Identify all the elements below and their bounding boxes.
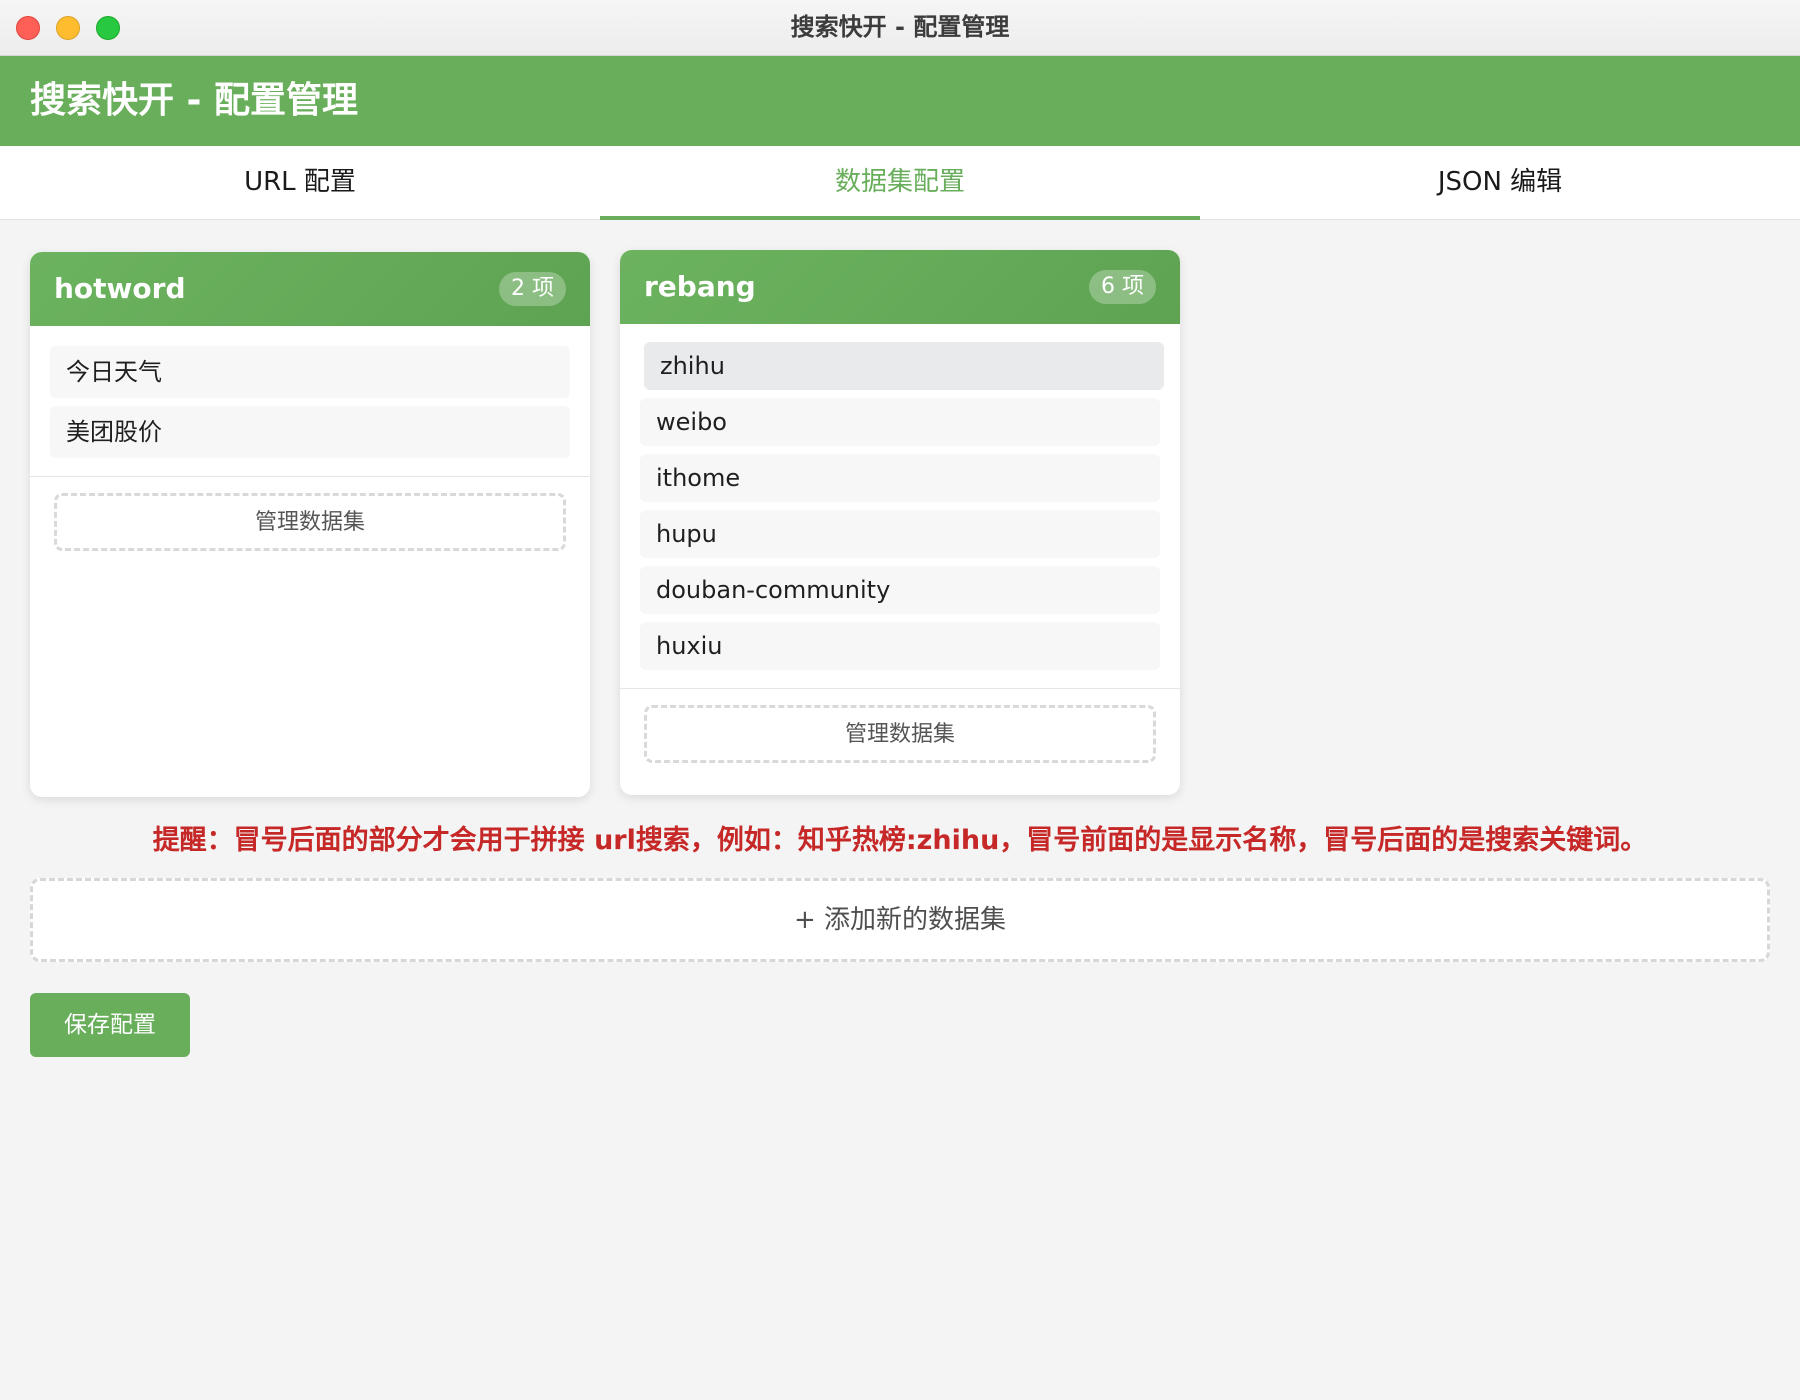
- dataset-item[interactable]: 美团股价: [50, 406, 570, 458]
- manage-dataset-button[interactable]: 管理数据集: [644, 705, 1156, 763]
- window-titlebar[interactable]: 搜索快开 - 配置管理: [0, 0, 1800, 56]
- page-title: 搜索快开 - 配置管理: [30, 80, 359, 121]
- dataset-item[interactable]: weibo: [640, 398, 1160, 446]
- dataset-item[interactable]: hupu: [640, 510, 1160, 558]
- tab-bar: URL 配置 数据集配置 JSON 编辑: [0, 146, 1800, 220]
- app-header: 搜索快开 - 配置管理: [0, 56, 1800, 146]
- dataset-card-header: rebang 6 项: [620, 250, 1180, 324]
- item-count-badge: 2 项: [499, 272, 566, 306]
- tab-dataset-config[interactable]: 数据集配置: [600, 146, 1200, 220]
- dataset-card-rebang: rebang 6 项 zhihu weibo ithome hupu douba…: [620, 250, 1180, 795]
- tab-url-config[interactable]: URL 配置: [0, 146, 600, 219]
- dataset-name: hotword: [54, 272, 186, 305]
- app-window: 搜索快开 - 配置管理 搜索快开 - 配置管理 URL 配置 数据集配置 JSO…: [0, 0, 1800, 1400]
- manage-dataset-button[interactable]: 管理数据集: [54, 493, 566, 551]
- dataset-item[interactable]: ithome: [640, 454, 1160, 502]
- dataset-card-header: hotword 2 项: [30, 252, 590, 326]
- tab-json-edit[interactable]: JSON 编辑: [1200, 146, 1800, 219]
- dataset-item[interactable]: zhihu: [644, 342, 1164, 390]
- dataset-item[interactable]: douban-community: [640, 566, 1160, 614]
- item-count-badge: 6 项: [1089, 270, 1156, 304]
- dataset-item[interactable]: 今日天气: [50, 346, 570, 398]
- save-config-button[interactable]: 保存配置: [30, 993, 190, 1057]
- dataset-card-hotword: hotword 2 项 今日天气 美团股价 管理数据集: [30, 252, 590, 797]
- dataset-item[interactable]: huxiu: [640, 622, 1160, 670]
- window-title: 搜索快开 - 配置管理: [790, 13, 1010, 41]
- dataset-item-list: 今日天气 美团股价: [30, 326, 590, 477]
- hint-text: 提醒：冒号后面的部分才会用于拼接 url搜索，例如：知乎热榜:zhihu，冒号前…: [152, 825, 1648, 856]
- dataset-name: rebang: [644, 270, 756, 303]
- add-dataset-button[interactable]: + 添加新的数据集: [30, 878, 1770, 962]
- dataset-item-list: zhihu weibo ithome hupu douban-community…: [620, 324, 1180, 689]
